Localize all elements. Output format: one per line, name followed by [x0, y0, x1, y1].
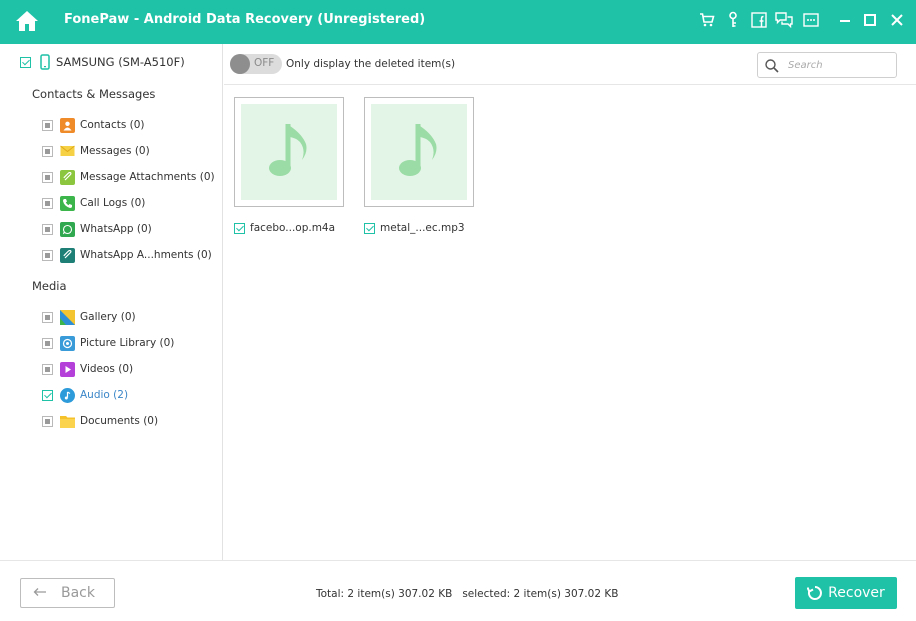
music-note-icon [399, 124, 437, 176]
section-title-contacts-messages: Contacts & Messages [32, 87, 156, 101]
key-icon[interactable] [724, 11, 742, 29]
checkbox[interactable] [42, 337, 53, 349]
sidebar-item-label: Gallery (0) [80, 311, 136, 323]
audio-icon [60, 387, 75, 403]
search-icon [764, 58, 780, 74]
device-row[interactable]: SAMSUNG (SM-A510F) [20, 53, 185, 71]
checkbox[interactable] [42, 415, 53, 427]
back-label: Back [61, 585, 95, 601]
sidebar-item-messages[interactable]: Messages (0) [42, 142, 150, 160]
chat-icon[interactable] [775, 11, 793, 29]
sidebar-item-audio[interactable]: Audio (2) [42, 386, 128, 404]
title-bar: FonePaw - Android Data Recovery (Unregis… [0, 0, 916, 44]
whatsapp-attachment-icon [60, 247, 75, 263]
sidebar-item-label: WhatsApp (0) [80, 223, 152, 235]
sidebar-item-label: Call Logs (0) [80, 197, 146, 209]
sidebar-item-gallery[interactable]: Gallery (0) [42, 308, 136, 326]
checkbox[interactable] [42, 223, 53, 235]
sidebar: SAMSUNG (SM-A510F) Contacts & Messages C… [0, 44, 223, 560]
sidebar-item-contacts[interactable]: Contacts (0) [42, 116, 145, 134]
toggle-state: OFF [254, 57, 275, 69]
sidebar-item-whatsapp-attachments[interactable]: WhatsApp A...hments (0) [42, 246, 212, 264]
device-name: SAMSUNG (SM-A510F) [56, 55, 185, 69]
sidebar-item-message-attachments[interactable]: Message Attachments (0) [42, 168, 215, 186]
search-box[interactable] [757, 52, 897, 78]
content-toolbar: OFF Only display the deleted item(s) [224, 44, 916, 85]
toggle-label: Only display the deleted item(s) [286, 58, 456, 70]
checkbox[interactable] [42, 197, 53, 209]
recover-button[interactable]: Recover [795, 577, 897, 609]
file-thumbnail[interactable] [234, 97, 344, 207]
checkbox[interactable] [42, 249, 53, 261]
back-button[interactable]: Back [20, 578, 115, 608]
file-item-label[interactable]: metal_...ec.mp3 [364, 221, 465, 235]
whatsapp-icon [60, 221, 75, 237]
search-input[interactable] [788, 57, 888, 73]
attachment-icon [60, 169, 75, 185]
sidebar-item-whatsapp[interactable]: WhatsApp (0) [42, 220, 152, 238]
file-item-label[interactable]: facebo...op.m4a [234, 221, 335, 235]
contacts-icon [60, 117, 75, 133]
checkbox[interactable] [42, 363, 53, 375]
picture-library-icon [60, 335, 75, 351]
gallery-icon [60, 309, 75, 325]
sidebar-item-label: Audio (2) [80, 389, 129, 401]
toggle-knob [230, 54, 250, 74]
home-icon[interactable] [14, 8, 40, 34]
checkbox[interactable] [42, 311, 53, 323]
phone-device-icon [40, 54, 50, 70]
sidebar-item-label: Videos (0) [80, 363, 134, 375]
phone-icon [60, 195, 75, 211]
sidebar-item-picture-library[interactable]: Picture Library (0) [42, 334, 174, 352]
video-icon [60, 361, 75, 377]
deleted-only-toggle[interactable]: OFF [230, 54, 282, 74]
maximize-icon[interactable] [861, 11, 879, 29]
checkbox[interactable] [42, 171, 53, 183]
checkbox[interactable] [42, 119, 53, 131]
sidebar-item-videos[interactable]: Videos (0) [42, 360, 133, 378]
sidebar-item-label: Picture Library (0) [80, 337, 175, 349]
file-checkbox[interactable] [234, 222, 245, 234]
music-note-icon [269, 124, 307, 176]
recover-icon [807, 585, 823, 601]
section-title-media: Media [32, 279, 67, 293]
back-arrow-icon [33, 585, 47, 601]
messages-icon [60, 144, 75, 159]
sidebar-item-call-logs[interactable]: Call Logs (0) [42, 194, 145, 212]
sidebar-item-label: WhatsApp A...hments (0) [80, 249, 212, 261]
file-checkbox[interactable] [364, 222, 375, 234]
app-title: FonePaw - Android Data Recovery (Unregis… [64, 12, 426, 27]
sidebar-item-label: Documents (0) [80, 415, 159, 427]
thumbnail-image [241, 104, 337, 200]
close-icon[interactable] [888, 11, 906, 29]
file-name: facebo...op.m4a [250, 222, 336, 234]
device-checkbox[interactable] [20, 56, 31, 68]
facebook-icon[interactable] [750, 11, 768, 29]
checkbox[interactable] [42, 389, 53, 401]
menu-icon[interactable] [802, 11, 820, 29]
file-thumbnail[interactable] [364, 97, 474, 207]
sidebar-item-label: Message Attachments (0) [80, 171, 215, 183]
folder-icon [60, 414, 75, 429]
footer-bar: Back Total: 2 item(s) 307.02 KB selected… [0, 560, 916, 621]
status-text: Total: 2 item(s) 307.02 KB selected: 2 i… [316, 588, 619, 600]
sidebar-item-label: Contacts (0) [80, 119, 145, 131]
thumbnail-image [371, 104, 467, 200]
recover-label: Recover [828, 585, 885, 601]
file-name: metal_...ec.mp3 [380, 222, 465, 234]
minimize-icon[interactable] [836, 11, 854, 29]
checkbox[interactable] [42, 145, 53, 157]
cart-icon[interactable] [698, 11, 716, 29]
sidebar-item-label: Messages (0) [80, 145, 150, 157]
sidebar-item-documents[interactable]: Documents (0) [42, 412, 158, 430]
